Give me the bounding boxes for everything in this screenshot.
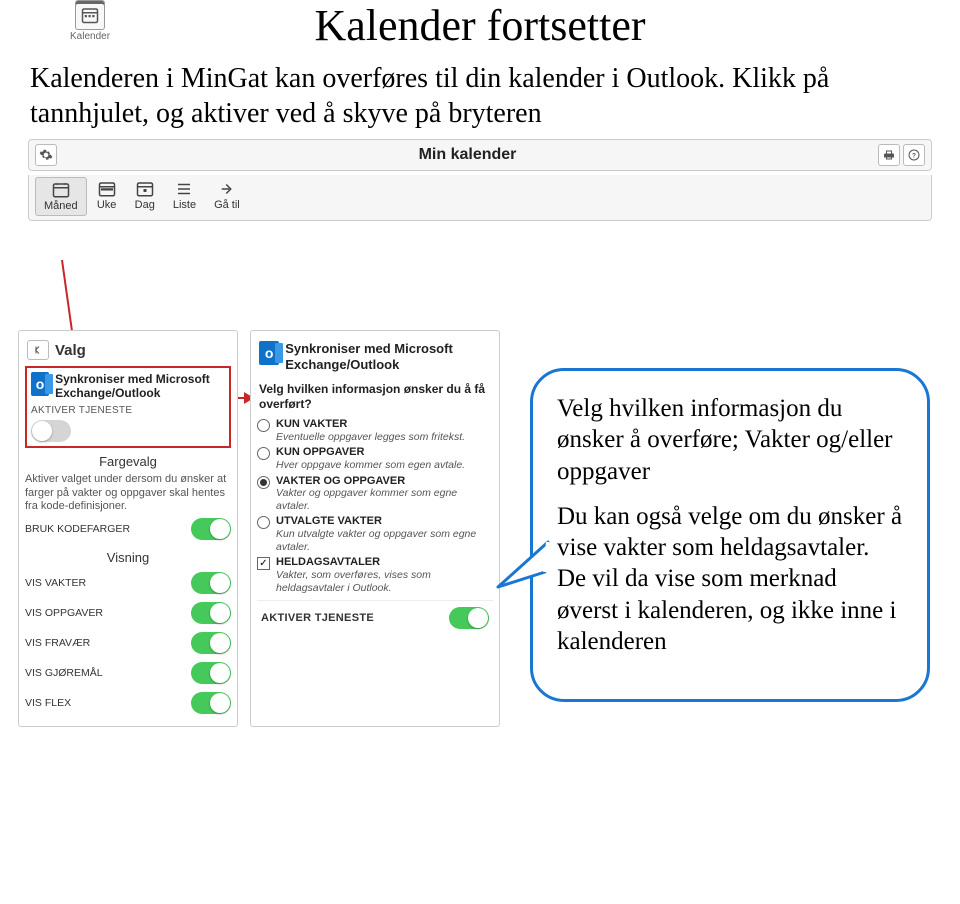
print-icon bbox=[883, 149, 895, 161]
vis-fravaer-label: VIS FRAVÆR bbox=[25, 637, 90, 649]
vis-oppgaver-toggle[interactable] bbox=[191, 602, 231, 624]
print-button[interactable] bbox=[878, 144, 900, 166]
outlook-icon: o bbox=[31, 372, 49, 396]
svg-text:?: ? bbox=[912, 153, 916, 160]
gear-icon bbox=[39, 148, 53, 162]
back-icon bbox=[32, 344, 44, 356]
opt-heldagsavtaler[interactable]: ✓ HELDAGSAVTALER Vakter, som overføres, … bbox=[257, 556, 493, 594]
opt-utvalgte-vakter[interactable]: UTVALGTE VAKTER Kun utvalgte vakter og o… bbox=[257, 515, 493, 553]
goto-icon bbox=[217, 180, 237, 198]
opt-vakter-og-oppgaver[interactable]: VAKTER OG OPPGAVER Vakter og oppgaver ko… bbox=[257, 475, 493, 513]
opt-kun-vakter-label: KUN VAKTER bbox=[276, 418, 465, 431]
outlook-icon: o bbox=[259, 341, 279, 365]
kodefarger-toggle[interactable] bbox=[191, 518, 231, 540]
row-vis-fravaer: VIS FRAVÆR bbox=[25, 628, 231, 658]
calendar-toolbar: Min kalender ? bbox=[28, 139, 932, 171]
kalender-launcher: Kalender bbox=[70, 0, 110, 42]
opt-utvalgte-vakter-desc: Kun utvalgte vakter og oppgaver som egne… bbox=[276, 528, 493, 553]
vis-gjoremal-toggle[interactable] bbox=[191, 662, 231, 684]
callout-p2: Du kan også velge om du ønsker å vise va… bbox=[557, 501, 903, 657]
opt-vakter-og-oppgaver-desc: Vakter og oppgaver kommer som egne avtal… bbox=[276, 487, 493, 512]
vis-fravaer-toggle[interactable] bbox=[191, 632, 231, 654]
opt-kun-oppgaver-label: KUN OPPGAVER bbox=[276, 446, 465, 459]
tab-maned-label: Måned bbox=[44, 200, 78, 212]
valg-header: Valg bbox=[55, 342, 86, 359]
opt-kun-oppgaver-desc: Hver oppgave kommer som egen avtale. bbox=[276, 459, 465, 472]
page-title: Kalender fortsetter bbox=[60, 0, 900, 51]
opt-heldagsavtaler-label: HELDAGSAVTALER bbox=[276, 556, 493, 569]
vis-oppgaver-label: VIS OPPGAVER bbox=[25, 607, 103, 619]
radio-icon bbox=[257, 516, 270, 529]
radio-icon bbox=[257, 447, 270, 460]
intro-text: Kalenderen i MinGat kan overføres til di… bbox=[30, 61, 930, 131]
tab-gatil-label: Gå til bbox=[214, 199, 240, 211]
tab-liste[interactable]: Liste bbox=[165, 177, 204, 216]
opt-kun-vakter[interactable]: KUN VAKTER Eventuelle oppgaver legges so… bbox=[257, 418, 493, 443]
tab-maned[interactable]: Måned bbox=[35, 177, 87, 216]
back-button[interactable] bbox=[27, 340, 49, 360]
view-tabs: Måned Uke Dag Liste Gå til bbox=[28, 175, 932, 221]
aktiver-label: AKTIVER TJENESTE bbox=[31, 405, 225, 416]
tab-dag[interactable]: Dag bbox=[127, 177, 163, 216]
sync-title: Synkroniser med Microsoft Exchange/Outlo… bbox=[55, 372, 225, 401]
aktiver-toggle-on[interactable] bbox=[449, 607, 489, 629]
callout-p1: Velg hvilken informasjon du ønsker å ove… bbox=[557, 393, 903, 487]
opt-heldagsavtaler-desc: Vakter, som overføres, vises som heldags… bbox=[276, 569, 493, 594]
calendar-month-icon bbox=[51, 181, 71, 199]
valg-card: Valg o Synkroniser med Microsoft Exchang… bbox=[18, 330, 238, 727]
aktiver-label: AKTIVER TJENESTE bbox=[261, 612, 374, 624]
opt-utvalgte-vakter-label: UTVALGTE VAKTER bbox=[276, 515, 493, 528]
radio-icon bbox=[257, 419, 270, 432]
tab-uke[interactable]: Uke bbox=[89, 177, 125, 216]
row-kodefarger: BRUK KODEFARGER bbox=[25, 514, 231, 544]
radio-selected-icon bbox=[257, 476, 270, 489]
aktiver-row: AKTIVER TJENESTE bbox=[257, 600, 493, 635]
toolbar-title: Min kalender bbox=[57, 146, 878, 164]
row-vis-flex: VIS FLEX bbox=[25, 688, 231, 718]
kalender-launcher-label: Kalender bbox=[70, 31, 110, 42]
kodefarger-label: BRUK KODEFARGER bbox=[25, 523, 130, 535]
vis-flex-toggle[interactable] bbox=[191, 692, 231, 714]
list-icon bbox=[174, 180, 194, 198]
opt-vakter-og-oppgaver-label: VAKTER OG OPPGAVER bbox=[276, 475, 493, 488]
checkbox-checked-icon: ✓ bbox=[257, 557, 270, 570]
tab-gatil[interactable]: Gå til bbox=[206, 177, 248, 216]
visning-title: Visning bbox=[25, 550, 231, 565]
calendar-icon bbox=[75, 0, 105, 30]
vis-gjoremal-label: VIS GJØREMÅL bbox=[25, 667, 103, 679]
sync-outlook-section[interactable]: o Synkroniser med Microsoft Exchange/Out… bbox=[25, 366, 231, 448]
callout-tail-icon bbox=[493, 532, 553, 607]
vis-vakter-toggle[interactable] bbox=[191, 572, 231, 594]
opt-kun-vakter-desc: Eventuelle oppgaver legges som fritekst. bbox=[276, 431, 465, 444]
row-vis-gjoremal: VIS GJØREMÅL bbox=[25, 658, 231, 688]
help-icon: ? bbox=[908, 149, 920, 161]
aktiver-toggle-off[interactable] bbox=[31, 420, 71, 442]
tab-liste-label: Liste bbox=[173, 199, 196, 211]
gear-button[interactable] bbox=[35, 144, 57, 166]
options-question: Velg hvilken informasjon ønsker du å få … bbox=[259, 382, 491, 412]
help-button[interactable]: ? bbox=[903, 144, 925, 166]
options-sync-title: Synkroniser med Microsoft Exchange/Outlo… bbox=[285, 341, 491, 372]
fargevalg-desc: Aktiver valget under dersom du ønsker at… bbox=[25, 473, 231, 514]
calendar-day-icon bbox=[135, 180, 155, 198]
tab-dag-label: Dag bbox=[135, 199, 155, 211]
tab-uke-label: Uke bbox=[97, 199, 117, 211]
row-vis-oppgaver: VIS OPPGAVER bbox=[25, 598, 231, 628]
row-vis-vakter: VIS VAKTER bbox=[25, 568, 231, 598]
opt-kun-oppgaver[interactable]: KUN OPPGAVER Hver oppgave kommer som ege… bbox=[257, 446, 493, 471]
vis-vakter-label: VIS VAKTER bbox=[25, 577, 86, 589]
sync-options-card: o Synkroniser med Microsoft Exchange/Out… bbox=[250, 330, 500, 727]
callout-bubble: Velg hvilken informasjon du ønsker å ove… bbox=[530, 368, 930, 702]
calendar-week-icon bbox=[97, 180, 117, 198]
fargevalg-title: Fargevalg bbox=[25, 454, 231, 469]
vis-flex-label: VIS FLEX bbox=[25, 697, 71, 709]
